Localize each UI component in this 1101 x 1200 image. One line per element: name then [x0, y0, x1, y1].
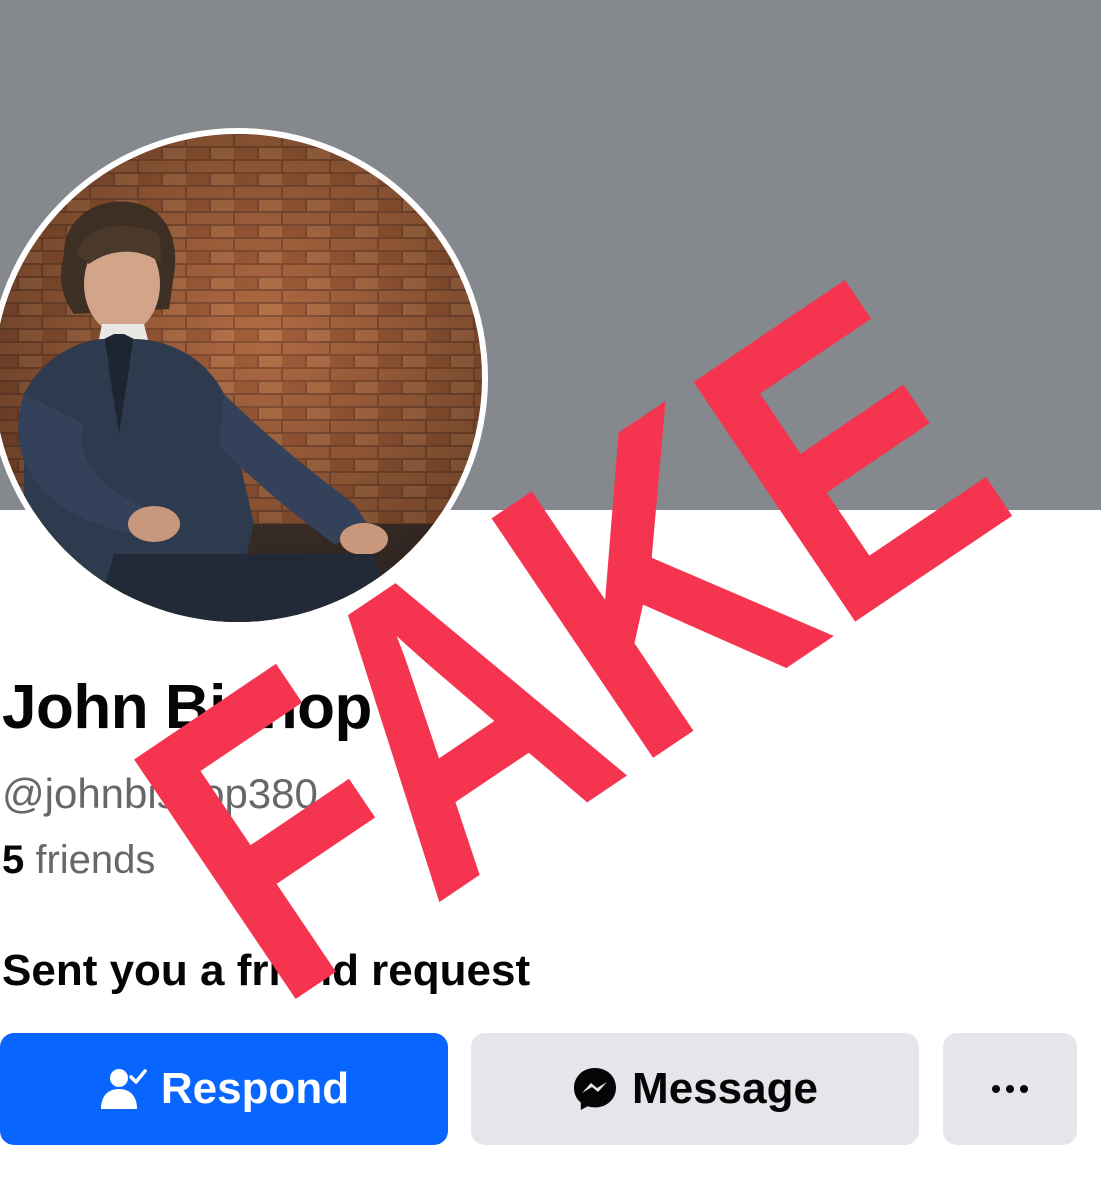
friends-count-number: 5 [2, 838, 25, 882]
respond-button[interactable]: Respond [0, 1033, 448, 1145]
messenger-icon [572, 1066, 618, 1112]
friends-count-label: friends [24, 838, 156, 882]
friends-count[interactable]: 5 friends [2, 838, 155, 883]
profile-name: John Bishop [2, 673, 372, 742]
profile-username: @johnbishop380 [2, 770, 318, 817]
respond-button-label: Respond [160, 1064, 350, 1113]
profile-photo-image [0, 134, 482, 622]
message-button-label: Message [632, 1064, 818, 1113]
more-dots-icon [990, 1084, 1030, 1094]
profile-picture[interactable] [0, 134, 482, 622]
more-options-button[interactable]: ··· [943, 1033, 1077, 1145]
message-button[interactable]: Message [471, 1033, 919, 1145]
person-check-icon [99, 1067, 147, 1111]
friend-request-status: Sent you a friend request [2, 946, 531, 995]
